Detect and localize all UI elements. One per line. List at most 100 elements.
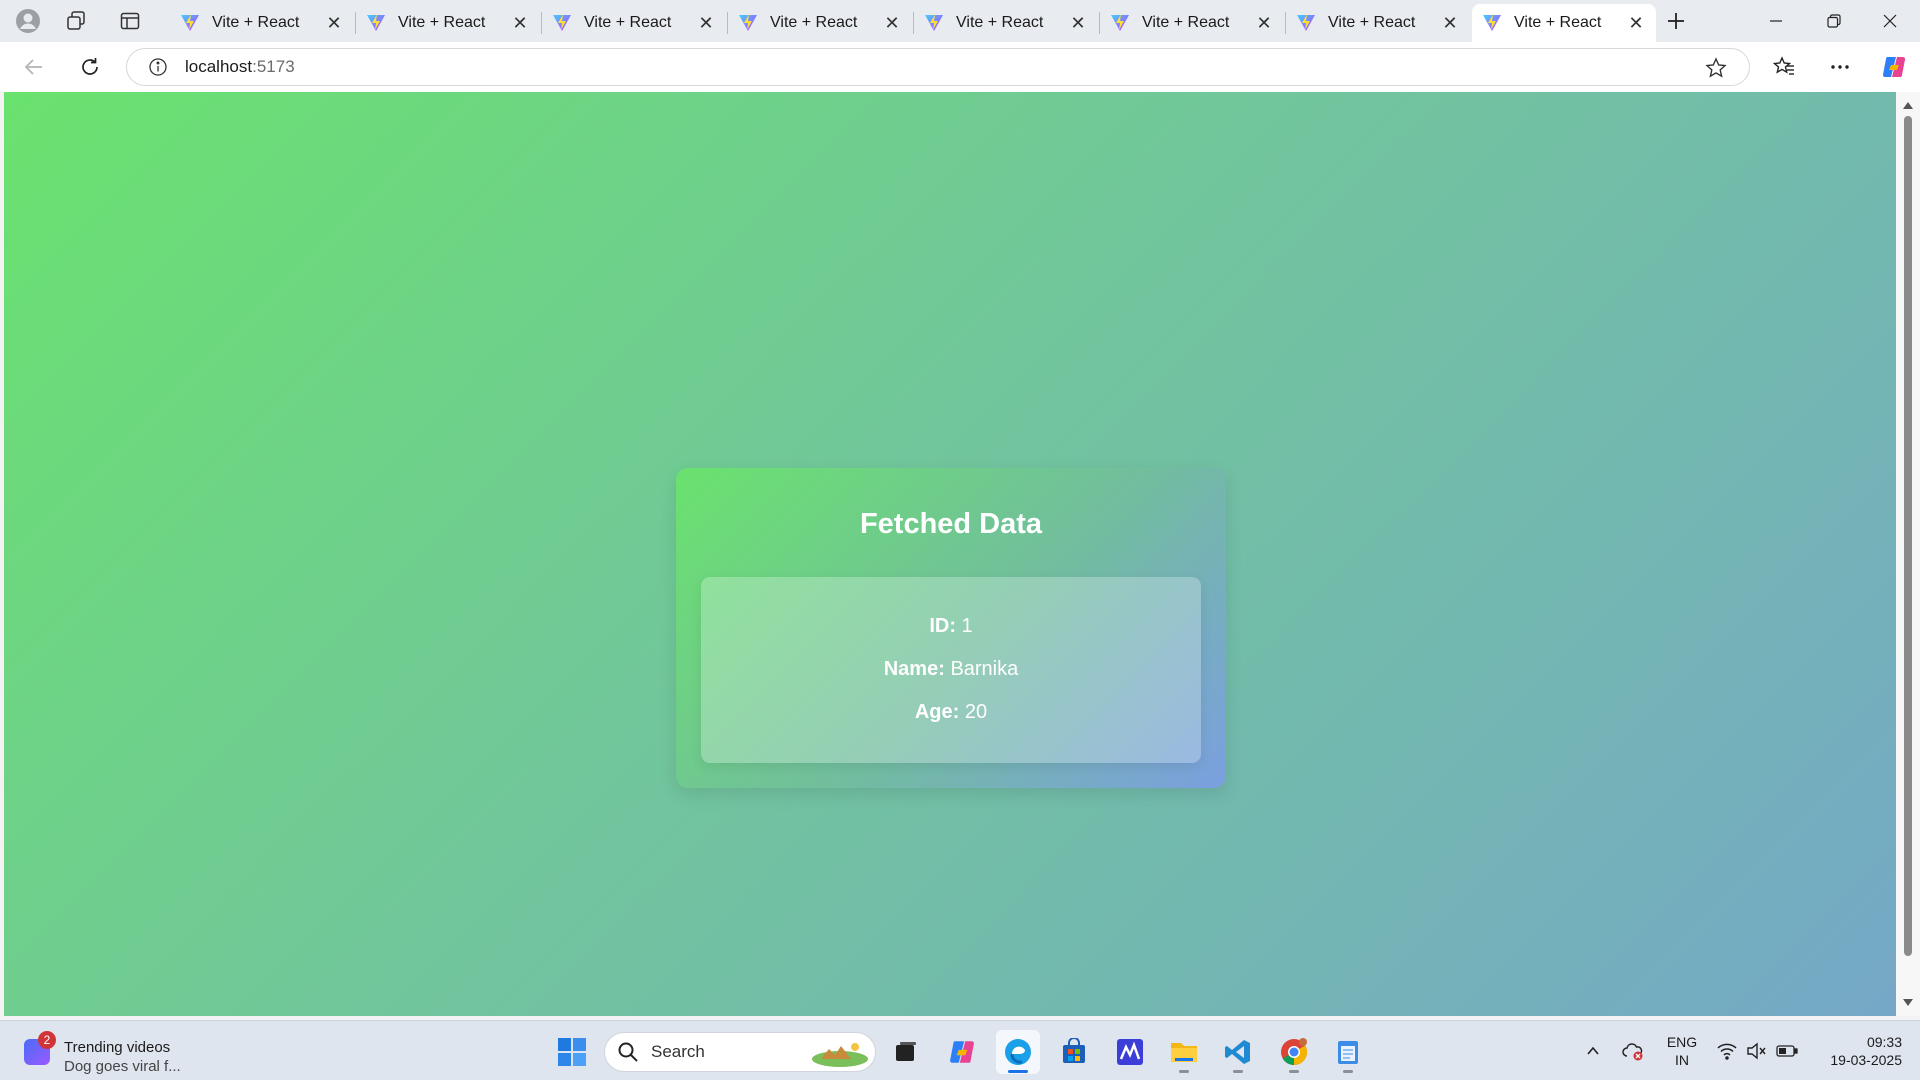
data-details-panel: ID: 1 Name: Barnika Age: 20 <box>701 577 1201 763</box>
folder-icon <box>1171 1043 1197 1062</box>
show-hidden-icons-button[interactable] <box>1578 1021 1608 1080</box>
vite-favicon-icon <box>1483 14 1501 31</box>
field-label: ID: <box>929 615 956 637</box>
running-indicator <box>1008 1070 1028 1073</box>
url-host: localhost <box>185 57 253 76</box>
running-indicator <box>1343 1070 1353 1073</box>
close-tab-icon[interactable]: ✕ <box>882 13 902 33</box>
new-tab-button[interactable] <box>1656 6 1696 36</box>
edge-app[interactable] <box>996 1030 1040 1074</box>
back-arrow-icon <box>24 59 42 75</box>
search-highlight-icon <box>812 1043 868 1067</box>
profile-button[interactable] <box>8 6 48 36</box>
tab-6[interactable]: Vite + React ✕ <box>1100 4 1284 42</box>
tab-title: Vite + React <box>398 14 486 31</box>
news-title: Trending videos <box>64 1039 171 1056</box>
close-tab-icon[interactable]: ✕ <box>1068 13 1088 33</box>
field-value: 20 <box>964 701 988 723</box>
math-app[interactable] <box>1108 1030 1152 1074</box>
field-value: 1 <box>961 615 973 637</box>
volume-button[interactable] <box>1744 1021 1768 1080</box>
site-info-icon[interactable] <box>147 56 169 78</box>
tab-2[interactable]: Vite + React ✕ <box>356 4 540 42</box>
edge-icon <box>1005 1039 1031 1065</box>
minimize-button[interactable] <box>1748 0 1804 42</box>
profile-icon <box>16 9 40 33</box>
restore-icon <box>1827 14 1841 28</box>
tab-title: Vite + React <box>770 14 858 31</box>
running-indicator <box>1179 1070 1189 1073</box>
close-tab-icon[interactable]: ✕ <box>1626 13 1646 33</box>
more-dots-icon <box>1831 65 1849 69</box>
vscode-app[interactable] <box>1216 1030 1260 1074</box>
cloud-error-icon <box>1622 1043 1643 1061</box>
tab-3[interactable]: Vite + React ✕ <box>542 4 726 42</box>
favorites-button[interactable] <box>1766 50 1802 84</box>
tab-5[interactable]: Vite + React ✕ <box>914 4 1098 42</box>
onedrive-tray-button[interactable] <box>1618 1021 1648 1080</box>
copilot-app[interactable] <box>940 1030 984 1074</box>
minimize-icon <box>1770 20 1782 22</box>
page-title: Fetched Data <box>859 508 1043 540</box>
taskbar-search[interactable]: Search <box>604 1032 876 1072</box>
field-name: Name: Barnika <box>701 658 1201 681</box>
copilot-button[interactable] <box>1876 50 1912 84</box>
field-age: Age: 20 <box>701 701 1201 724</box>
task-view-button[interactable] <box>884 1030 928 1074</box>
chrome-app[interactable] <box>1272 1030 1316 1074</box>
scroll-down-arrow-icon[interactable] <box>1903 999 1913 1006</box>
back-button[interactable] <box>16 50 52 84</box>
input-language[interactable]: ENG IN <box>1662 1033 1702 1069</box>
start-button[interactable] <box>550 1030 594 1074</box>
tab-1[interactable]: Vite + React ✕ <box>170 4 354 42</box>
page-viewport: Fetched Data ID: 1 Name: Barnika Age: 20 <box>4 92 1896 1016</box>
close-window-button[interactable] <box>1862 0 1918 42</box>
refresh-button[interactable] <box>72 50 108 84</box>
address-bar[interactable]: localhost:5173 <box>126 48 1750 86</box>
math-app-icon <box>1117 1039 1143 1065</box>
data-card: Fetched Data ID: 1 Name: Barnika Age: 20 <box>676 468 1226 788</box>
scrollbar-thumb[interactable] <box>1904 116 1912 956</box>
tab-actions-icon <box>120 12 140 30</box>
settings-more-button[interactable] <box>1822 50 1858 84</box>
store-app[interactable] <box>1052 1030 1096 1074</box>
wifi-icon <box>1717 1043 1737 1060</box>
vite-favicon-icon <box>1111 14 1129 31</box>
restore-button[interactable] <box>1806 0 1862 42</box>
favorites-icon <box>1772 56 1794 75</box>
clock[interactable]: 09:33 19-03-2025 <box>1808 1033 1902 1069</box>
url-text[interactable]: localhost:5173 <box>185 57 295 77</box>
close-tab-icon[interactable]: ✕ <box>1254 13 1274 33</box>
tab-8[interactable]: Vite + React ✕ <box>1472 4 1656 42</box>
tab-4[interactable]: Vite + React ✕ <box>728 4 912 42</box>
close-tab-icon[interactable]: ✕ <box>324 13 344 33</box>
workspaces-button[interactable] <box>56 6 96 36</box>
vertical-scrollbar[interactable] <box>1896 92 1920 1016</box>
vertical-tabs-button[interactable] <box>110 6 150 36</box>
field-id: ID: 1 <box>701 615 1201 638</box>
vite-favicon-icon <box>1297 14 1315 31</box>
news-subtitle: Dog goes viral f... <box>64 1058 181 1075</box>
close-tab-icon[interactable]: ✕ <box>510 13 530 33</box>
battery-button[interactable] <box>1774 1021 1800 1080</box>
clock-date: 19-03-2025 <box>1830 1052 1902 1068</box>
copilot-icon <box>950 1041 974 1063</box>
tab-strip: Vite + React ✕ Vite + React ✕ Vite + React ✕ V… <box>0 0 1920 42</box>
running-indicator <box>1289 1070 1299 1073</box>
notepad-app[interactable] <box>1326 1030 1370 1074</box>
field-value: Barnika <box>950 658 1019 680</box>
volume-muted-icon <box>1747 1042 1766 1060</box>
tab-7[interactable]: Vite + React ✕ <box>1286 4 1470 42</box>
favorite-star-icon[interactable] <box>1705 57 1727 79</box>
chevron-up-icon <box>1587 1046 1599 1055</box>
url-port: :5173 <box>252 57 295 76</box>
close-tab-icon[interactable]: ✕ <box>1440 13 1460 33</box>
wifi-button[interactable] <box>1714 1021 1740 1080</box>
news-widget[interactable]: 2 Trending videos Dog goes viral f... <box>24 1031 204 1075</box>
close-tab-icon[interactable]: ✕ <box>696 13 716 33</box>
tab-title: Vite + React <box>1514 14 1602 31</box>
scroll-up-arrow-icon[interactable] <box>1903 102 1913 109</box>
taskbar: 2 Trending videos Dog goes viral f... Se… <box>0 1020 1920 1080</box>
copilot-icon <box>1882 56 1906 78</box>
file-explorer-app[interactable] <box>1162 1030 1206 1074</box>
